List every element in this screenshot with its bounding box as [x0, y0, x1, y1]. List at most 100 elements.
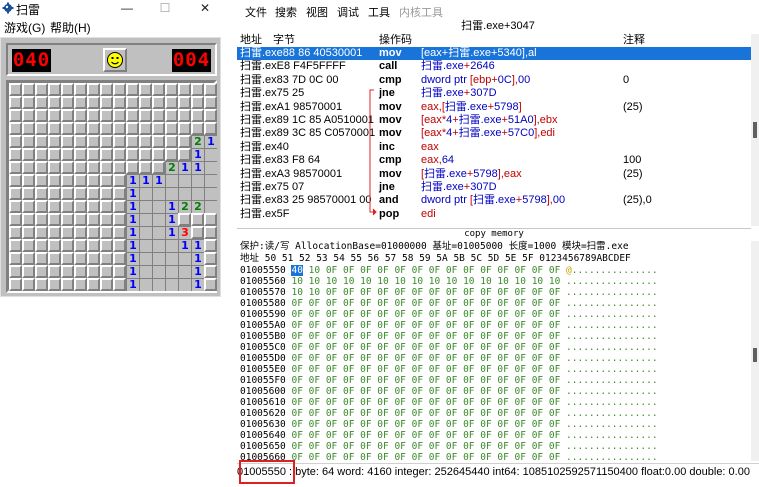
mine-cell-closed[interactable] — [61, 122, 74, 135]
memory-row[interactable]: 01005600 0F 0F 0F 0F 0F 0F 0F 0F 0F 0F 0… — [240, 386, 658, 397]
disassembly-row[interactable]: 扫雷.ex75 07 jne 扫雷.exe+307D — [237, 181, 751, 194]
mine-cell-closed[interactable] — [9, 174, 22, 187]
column-comment[interactable]: 注释 — [623, 34, 645, 46]
memory-row[interactable]: 010055F0 0F 0F 0F 0F 0F 0F 0F 0F 0F 0F 0… — [240, 375, 658, 386]
mine-cell-closed[interactable] — [74, 213, 87, 226]
mine-cell-closed[interactable] — [22, 187, 35, 200]
mine-cell-closed[interactable] — [178, 109, 191, 122]
mine-cell-closed[interactable] — [204, 239, 217, 252]
mine-cell-open[interactable]: 1 — [126, 278, 139, 291]
memory-byte[interactable]: 0F — [291, 298, 302, 309]
mine-cell-open[interactable]: 1 — [165, 226, 178, 239]
mine-cell-closed[interactable] — [191, 83, 204, 96]
memory-row[interactable]: 010055C0 0F 0F 0F 0F 0F 0F 0F 0F 0F 0F 0… — [240, 342, 658, 353]
mine-cell-open[interactable] — [139, 200, 152, 213]
mine-cell-open[interactable]: 1 — [178, 239, 191, 252]
mine-cell-closed[interactable] — [152, 122, 165, 135]
memory-scroll-thumb[interactable] — [753, 348, 757, 362]
menu-view[interactable]: 视图 — [306, 4, 328, 20]
mine-cell-closed[interactable] — [61, 265, 74, 278]
memory-bytes[interactable]: 0F 0F 0F 0F 0F 0F 0F 0F 0F 0F 0F 0F 0F 0… — [303, 430, 566, 441]
mine-cell-closed[interactable] — [9, 213, 22, 226]
mine-cell-closed[interactable] — [126, 161, 139, 174]
mine-cell-closed[interactable] — [35, 135, 48, 148]
column-address[interactable]: 地址 — [240, 34, 262, 46]
mine-cell-closed[interactable] — [100, 174, 113, 187]
mine-cell-open[interactable] — [152, 200, 165, 213]
mine-cell-open[interactable]: 1 — [126, 187, 139, 200]
disassembly-scrollbar[interactable] — [751, 34, 759, 226]
mine-cell-closed[interactable] — [9, 265, 22, 278]
disassembly-row[interactable]: 扫雷.ex83 7D 0C 00 cmp dword ptr [ebp+0C],00… — [237, 74, 751, 87]
mine-cell-closed[interactable] — [61, 252, 74, 265]
mine-cell-closed[interactable] — [204, 122, 217, 135]
mine-cell-closed[interactable] — [74, 174, 87, 187]
disassembly-row[interactable]: 扫雷.ex89 3C 85 C0570001 mov [eax*4+扫雷.exe+5… — [237, 127, 751, 140]
mine-cell-closed[interactable] — [139, 122, 152, 135]
memory-byte[interactable]: 0F — [291, 353, 302, 364]
mine-cell-closed[interactable] — [22, 161, 35, 174]
memory-bytes[interactable]: 0F 0F 0F 0F 0F 0F 0F 0F 0F 0F 0F 0F 0F 0… — [303, 408, 566, 419]
mine-cell-open[interactable] — [152, 252, 165, 265]
mine-cell-closed[interactable] — [74, 96, 87, 109]
memory-bytes[interactable]: 0F 0F 0F 0F 0F 0F 0F 0F 0F 0F 0F 0F 0F 0… — [303, 298, 566, 309]
memory-row[interactable]: 01005650 0F 0F 0F 0F 0F 0F 0F 0F 0F 0F 0… — [240, 441, 658, 452]
maximize-button[interactable]: ☐ — [150, 0, 180, 16]
memory-row[interactable]: 01005610 0F 0F 0F 0F 0F 0F 0F 0F 0F 0F 0… — [240, 397, 658, 408]
mine-cell-closed[interactable] — [139, 109, 152, 122]
mine-cell-open[interactable] — [139, 265, 152, 278]
mine-cell-closed[interactable] — [126, 83, 139, 96]
mine-cell-closed[interactable] — [113, 135, 126, 148]
mine-cell-closed[interactable] — [204, 83, 217, 96]
mine-cell-closed[interactable] — [74, 135, 87, 148]
minimize-button[interactable]: — — [112, 0, 142, 16]
mine-cell-closed[interactable] — [191, 213, 204, 226]
mine-cell-closed[interactable] — [100, 213, 113, 226]
memory-byte[interactable]: 0F — [291, 408, 302, 419]
mine-cell-open[interactable]: 2 — [165, 161, 178, 174]
disassembly-row[interactable]: 扫雷.ex40 inc eax — [237, 141, 751, 154]
disassembly-row[interactable]: 扫雷.ex83 25 98570001 00 and dword ptr [扫雷.e… — [237, 194, 751, 207]
memory-bytes[interactable]: 10 10 10 10 10 10 10 10 10 10 10 10 10 1… — [303, 276, 566, 287]
mine-cell-closed[interactable] — [191, 96, 204, 109]
disassembly-scroll-thumb[interactable] — [753, 122, 757, 138]
mine-cell-closed[interactable] — [165, 109, 178, 122]
mine-cell-closed[interactable] — [139, 96, 152, 109]
mine-cell-closed[interactable] — [178, 213, 191, 226]
mine-cell-open[interactable] — [139, 226, 152, 239]
close-button[interactable]: ✕ — [190, 0, 220, 16]
memory-scrollbar[interactable] — [751, 241, 759, 461]
mine-cell-closed[interactable] — [48, 174, 61, 187]
mine-cell-closed[interactable] — [9, 239, 22, 252]
mine-cell-open[interactable] — [139, 278, 152, 291]
mine-cell-closed[interactable] — [204, 265, 217, 278]
mine-cell-closed[interactable] — [100, 96, 113, 109]
mine-cell-closed[interactable] — [100, 265, 113, 278]
mine-cell-open[interactable] — [178, 187, 191, 200]
mine-cell-closed[interactable] — [9, 200, 22, 213]
memory-row[interactable]: 01005630 0F 0F 0F 0F 0F 0F 0F 0F 0F 0F 0… — [240, 419, 658, 430]
mine-cell-closed[interactable] — [178, 96, 191, 109]
mine-cell-closed[interactable] — [100, 278, 113, 291]
mine-cell-closed[interactable] — [74, 200, 87, 213]
mine-cell-closed[interactable] — [100, 226, 113, 239]
mine-cell-closed[interactable] — [113, 252, 126, 265]
memory-bytes[interactable]: 0F 0F 0F 0F 0F 0F 0F 0F 0F 0F 0F 0F 0F 0… — [303, 419, 566, 430]
menu-help[interactable]: 帮助(H) — [50, 19, 91, 36]
mine-cell-closed[interactable] — [35, 187, 48, 200]
mine-cell-open[interactable] — [165, 265, 178, 278]
reset-face-button[interactable] — [103, 48, 127, 72]
mine-cell-closed[interactable] — [113, 239, 126, 252]
mine-cell-open[interactable]: 1 — [165, 200, 178, 213]
disassembly-row[interactable]: 扫雷.exA1 98570001 mov eax,[扫雷.exe+5798] (25) — [237, 101, 751, 114]
mine-cell-closed[interactable] — [61, 200, 74, 213]
menu-game[interactable]: 游戏(G) — [4, 19, 45, 36]
mine-cell-closed[interactable] — [35, 109, 48, 122]
mine-cell-open[interactable]: 1 — [204, 135, 217, 148]
mine-cell-closed[interactable] — [9, 109, 22, 122]
memory-byte[interactable]: 0F — [291, 441, 302, 452]
memory-bytes[interactable]: 0F 0F 0F 0F 0F 0F 0F 0F 0F 0F 0F 0F 0F 0… — [303, 386, 566, 397]
mine-cell-closed[interactable] — [113, 122, 126, 135]
mine-cell-closed[interactable] — [87, 96, 100, 109]
mine-cell-closed[interactable] — [87, 109, 100, 122]
